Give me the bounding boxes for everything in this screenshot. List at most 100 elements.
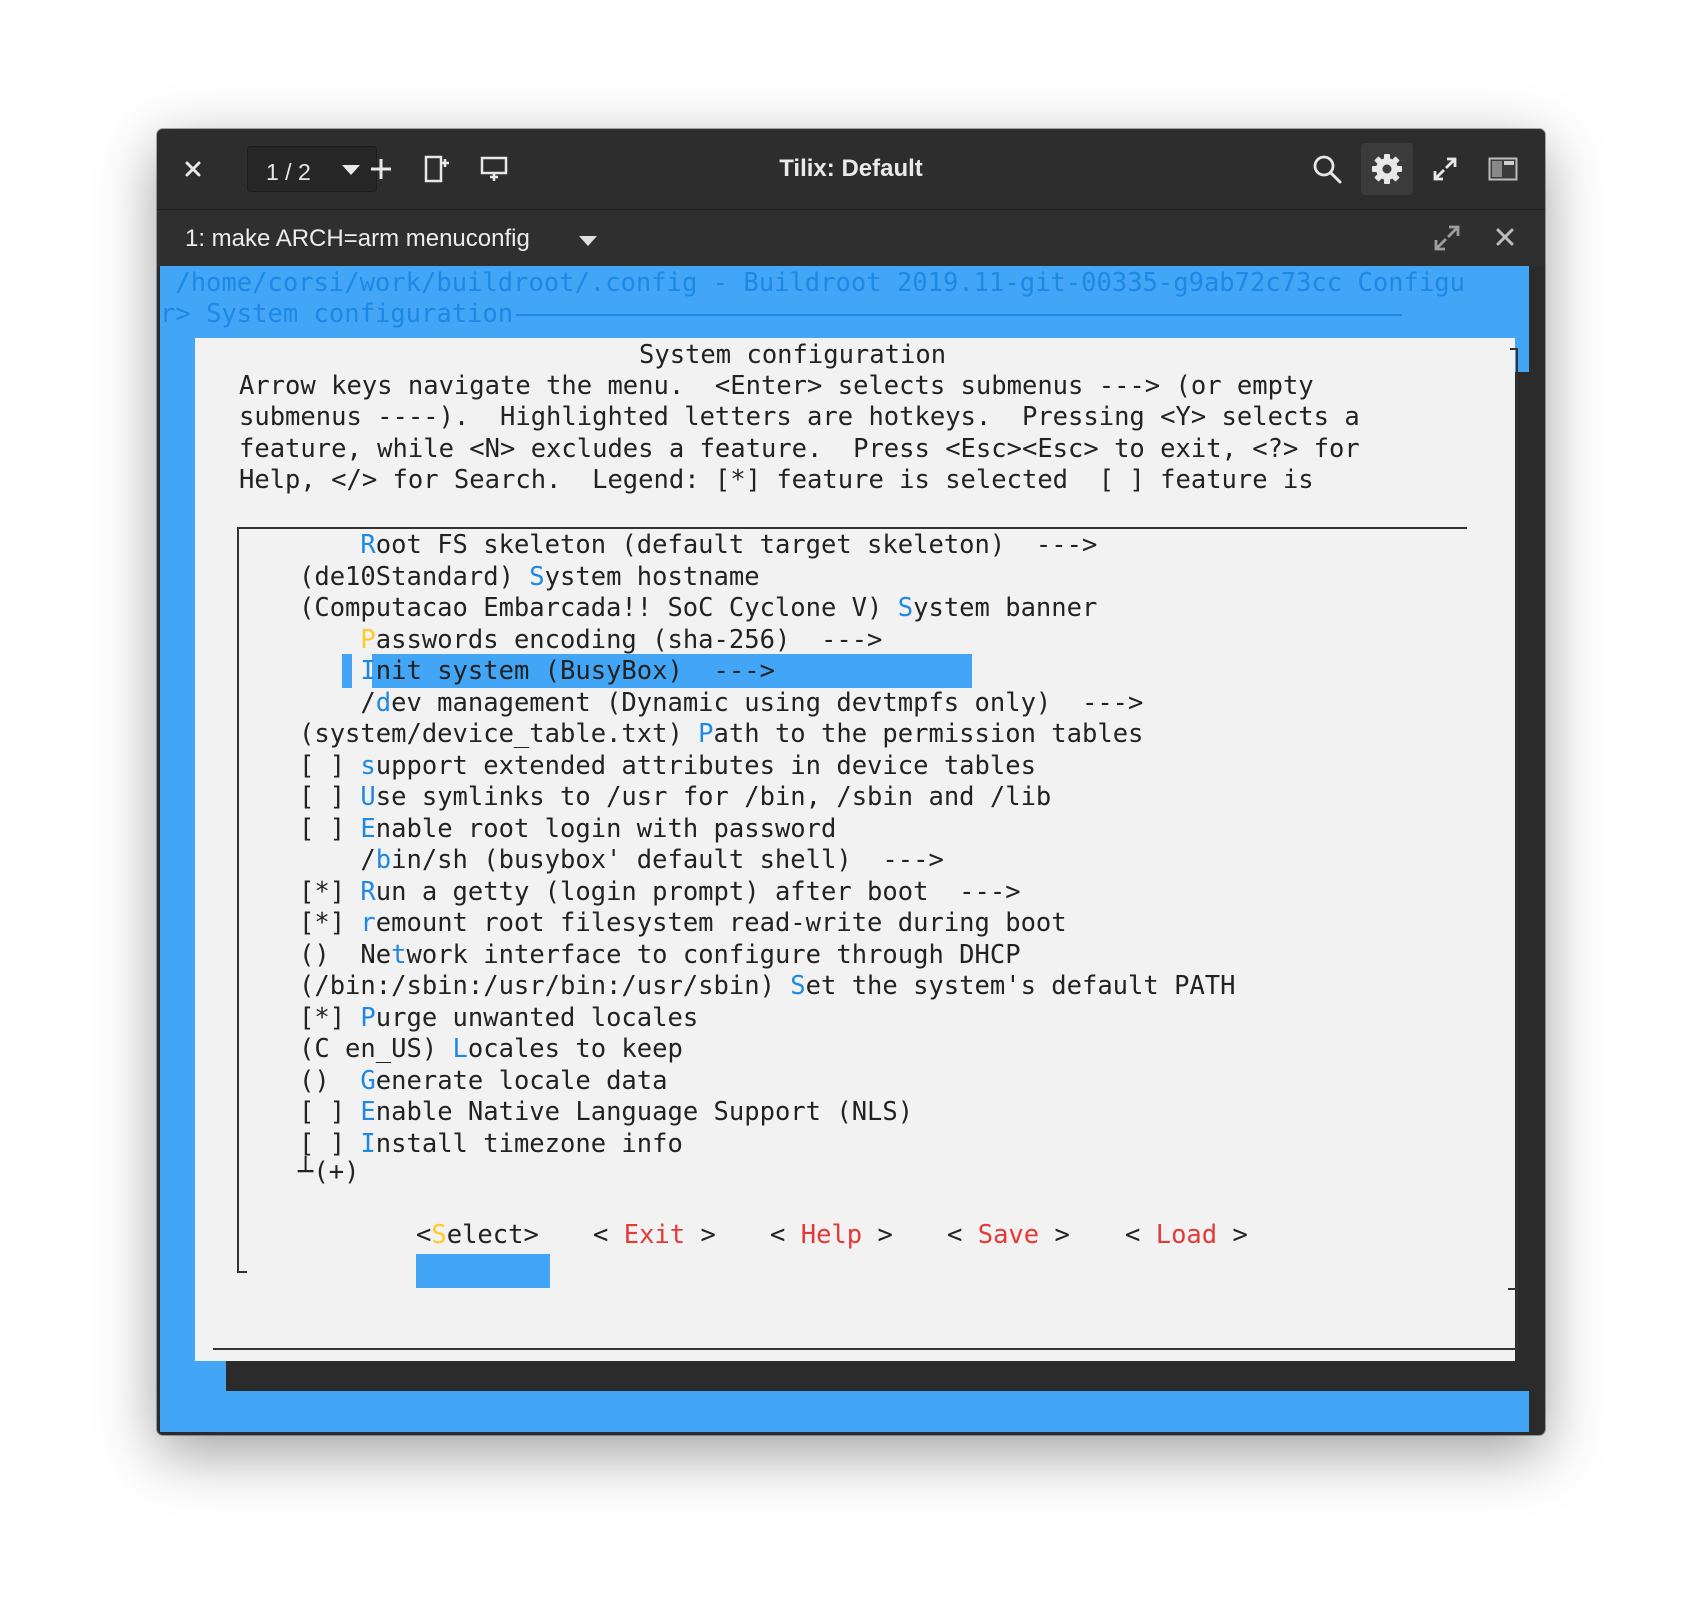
button-hotkey: H [800,1220,817,1250]
button-bracket: < [593,1220,624,1250]
menu-item-label: Ne [360,939,392,970]
menu-item[interactable]: [ ] Enable root login with password [299,812,836,847]
menu-item-label: ev management (Dynamic using devtmpfs on… [391,687,1144,718]
exit-button[interactable]: < Exit > [593,1218,716,1253]
menu-item-label: asswords encoding (sha-256) ---> [375,624,883,655]
menu-item-hotkey: U [360,782,376,812]
more-items-label: (+) [313,1157,360,1187]
help-button[interactable]: < Help > [770,1218,893,1253]
menu-item[interactable]: Init system (BusyBox) ---> [299,654,775,689]
menu-item[interactable]: (/bin:/sbin:/usr/bin:/usr/sbin) Set the … [299,969,1236,1004]
menu-item-hotkey: E [360,813,376,844]
menu-item-prefix: (de10Standard) [299,561,530,592]
frame-border [213,1348,1518,1350]
menu-item-prefix: (Computacao Embarcada!! SoC Cyclone V) [299,593,898,623]
button-hotkey: S [431,1220,447,1250]
button-bracket: < [770,1220,801,1250]
fullscreen-button[interactable] [1421,145,1469,193]
menu-item[interactable]: () Generate locale data [299,1064,667,1099]
sidebar-icon [1488,157,1518,181]
menu-item[interactable]: /dev management (Dynamic using devtmpfs … [299,686,1143,721]
menu-item-hotkey: R [360,876,376,907]
terminal-title[interactable]: 1: make ARCH=arm menuconfig [185,225,530,253]
menu-item[interactable]: [*] remount root filesystem read-write d… [299,906,1067,941]
frame-border [1508,1288,1518,1290]
menu-item-hotkey: R [360,530,376,560]
menuconfig-dialog: System configuration Arrow keys navigate… [195,338,1518,1361]
menu-item-hotkey: E [360,1097,376,1127]
menu-item[interactable]: (C en_US) Locales to keep [299,1032,683,1067]
title-bar: 1 / 2 Tilix: Default [157,129,1545,210]
breadcrumb: r> System configuration [160,297,513,332]
menu-item[interactable]: [ ] Use symlinks to /usr for /bin, /sbin… [299,780,1051,815]
menu-item-prefix: [*] [299,876,361,907]
button-hotkey: E [623,1220,640,1250]
menu-item-prefix: [ ] [299,1128,361,1159]
button-bracket: < [1125,1220,1156,1250]
header-rule [516,314,1402,316]
dialog-shadow-bottom [226,1358,1529,1391]
terminal-area[interactable]: /home/corsi/work/buildroot/.config - Bui… [160,266,1529,1432]
menu-item-hotkey: d [375,687,392,718]
menu-item-label: ath to the permission tables [713,719,1144,749]
config-path-header: /home/corsi/work/buildroot/.config - Bui… [160,268,1465,298]
menu-item-label: urge unwanted locales [375,1002,699,1033]
menu-item[interactable]: [ ] support extended attributes in devic… [299,749,1036,784]
menu-item-hotkey: r [360,908,376,938]
load-button[interactable]: < Load > [1125,1218,1248,1253]
search-icon [1313,155,1342,184]
menu-item-prefix: [*] [299,1002,361,1033]
menu-item-prefix: (system/device_table.txt) [299,719,699,749]
help-text-line: feature, while <N> excludes a feature. P… [239,434,1360,464]
button-hotkey: S [977,1220,994,1250]
menu-item-prefix [299,530,360,560]
menu-item[interactable]: (system/device_table.txt) Path to the pe… [299,717,1143,752]
menu-item[interactable]: (Computacao Embarcada!! SoC Cyclone V) S… [299,591,1097,626]
menu-item-prefix: (C en_US) [299,1034,453,1064]
gear-icon [1372,154,1402,184]
menu-item-prefix: [*] [299,908,361,938]
button-label: oad [1171,1220,1218,1250]
menu-item-hotkey: s [360,750,376,781]
menu-item-label: se symlinks to /usr for /bin, /sbin and … [375,782,1052,812]
dialog-title: System configuration [639,340,947,370]
button-label: ave [993,1220,1040,1250]
sidebar-toggle-button[interactable] [1479,145,1527,193]
menu-item-hotkey: P [360,1002,376,1033]
save-button[interactable]: < Save > [947,1218,1070,1253]
menu-item[interactable]: Passwords encoding (sha-256) ---> [299,623,882,658]
button-label: xit [639,1220,686,1250]
menu-item[interactable]: /bin/sh (busybox' default shell) ---> [299,843,943,878]
menu-item-hotkey: P [360,624,376,655]
settings-button[interactable] [1361,143,1413,195]
menu-item[interactable]: [ ] Enable Native Language Support (NLS) [299,1095,913,1130]
menu-item-prefix: [ ] [299,782,361,812]
menu-item-label: nstall timezone info [375,1128,683,1159]
button-bracket: < [947,1220,978,1250]
menu-item-hotkey: I [360,1128,376,1159]
button-label: elp [816,1220,863,1250]
menu-item-hotkey: I [360,656,376,686]
menu-item[interactable]: () Network interface to configure throug… [299,938,1021,973]
help-text-line: Help, </> for Search. Legend: [*] featur… [239,465,1314,495]
menu-item-label: nit system (BusyBox) ---> [375,656,775,686]
menu-item-prefix [299,656,360,686]
maximize-icon [1433,157,1457,181]
menu-item-prefix: / [299,687,376,718]
maximize-icon[interactable] [1433,224,1461,252]
select-button[interactable]: <Select> [416,1218,539,1253]
breadcrumb-prefix: r> [160,299,207,329]
close-icon[interactable] [1492,224,1518,250]
menu-item[interactable]: [*] Purge unwanted locales [299,1001,698,1036]
menu-list-border [237,1271,247,1273]
breadcrumb-title: System configuration [206,299,514,329]
menu-item[interactable]: Root FS skeleton (default target skeleto… [299,528,1097,563]
menu-item[interactable]: (de10Standard) System hostname [299,560,760,595]
menu-item[interactable]: [*] Run a getty (login prompt) after boo… [299,875,1021,910]
button-label: elect [446,1220,524,1250]
search-button[interactable] [1303,145,1351,193]
chevron-down-icon[interactable] [577,234,599,248]
help-text-line: Arrow keys navigate the menu. <Enter> se… [239,371,1314,401]
menu-item-prefix: [ ] [299,813,361,844]
menu-item-hotkey: P [698,719,714,749]
